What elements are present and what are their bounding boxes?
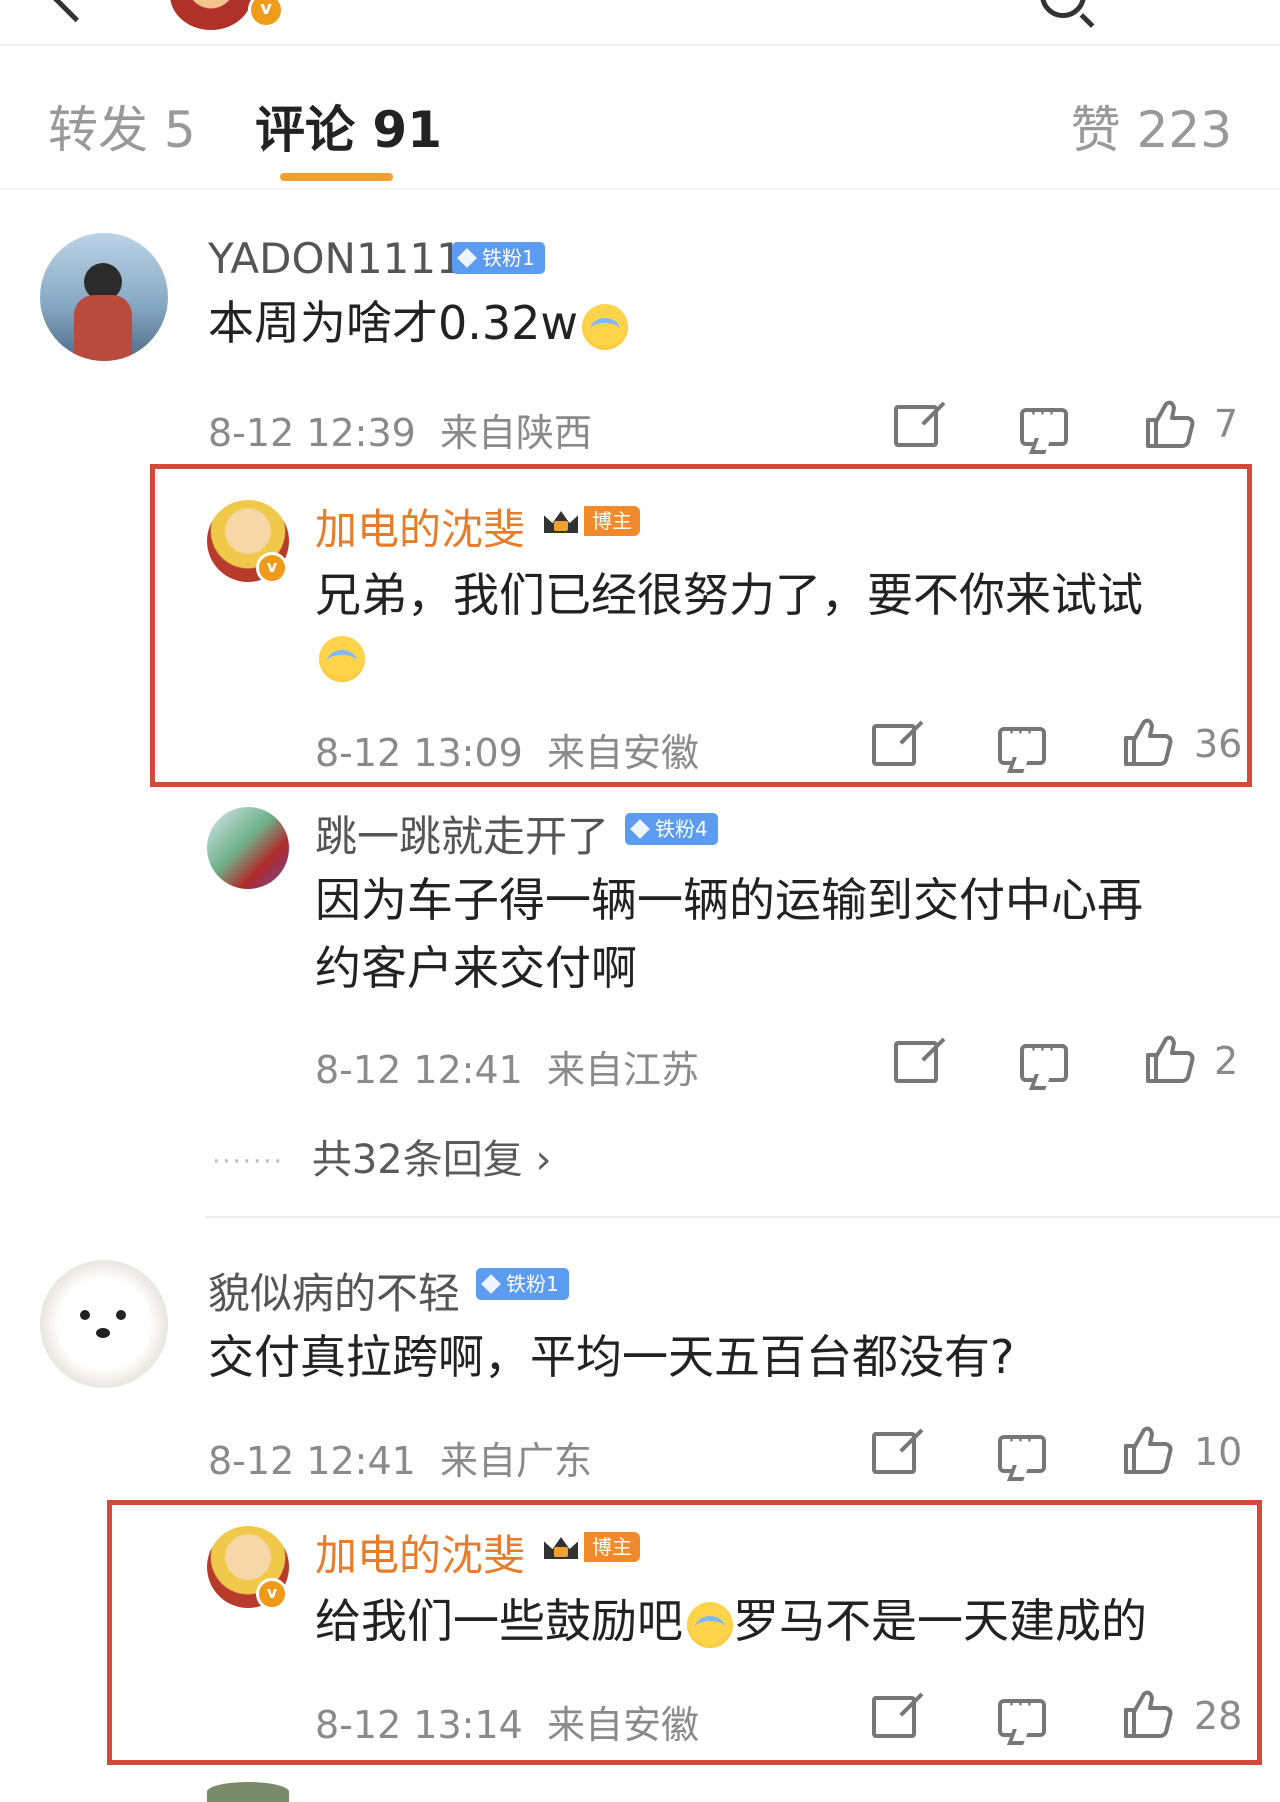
comment-meta: 8-12 12:41 来自江苏: [315, 1048, 700, 1092]
crown-icon: [540, 505, 584, 537]
author-avatar[interactable]: [170, 0, 252, 30]
fan-badge: 铁粉1: [452, 242, 545, 274]
comment-meta: 8-12 12:39 来自陕西: [208, 411, 593, 455]
verified-icon: v: [248, 0, 284, 28]
comment-text: 本周为啥才0.32w: [208, 290, 629, 356]
like-icon[interactable]: [1142, 1033, 1195, 1083]
diamond-icon: [457, 247, 477, 268]
tab-bar: 转发 5 评论 91 赞 223: [0, 48, 1280, 190]
crying-emoji-icon: [582, 303, 629, 350]
comment-text: 约客户来交付啊: [315, 941, 637, 995]
avatar[interactable]: [40, 1260, 168, 1388]
share-icon[interactable]: [894, 405, 938, 447]
laugh-cry-emoji-icon: [315, 636, 365, 682]
tab-repost[interactable]: 转发 5: [48, 90, 196, 162]
top-bar: v: [0, 0, 1280, 46]
search-icon[interactable]: [1040, 0, 1086, 18]
diamond-icon: [481, 1273, 501, 1294]
share-icon[interactable]: [894, 1041, 938, 1083]
active-tab-indicator: [280, 173, 393, 181]
laugh-cry-emoji-icon: [687, 1601, 733, 1648]
like-icon[interactable]: [1120, 1688, 1173, 1738]
username[interactable]: 加电的沈斐: [315, 1522, 525, 1583]
username[interactable]: YADON1111: [208, 234, 463, 283]
reply-icon[interactable]: [998, 1429, 1046, 1473]
avatar[interactable]: [40, 233, 168, 361]
share-icon[interactable]: [872, 1432, 916, 1474]
avatar[interactable]: [207, 807, 289, 889]
comment-text: 兄弟，我们已经很努力了，要不你来试试: [315, 568, 1143, 622]
username[interactable]: 跳一跳就走开了: [315, 803, 609, 864]
comment-text: 因为车子得一辆一辆的运输到交付中心再: [315, 873, 1143, 927]
like-icon[interactable]: [1142, 398, 1195, 448]
comment-text: 给我们一些鼓励吧 罗马不是一天建成的: [315, 1594, 1147, 1648]
reply-icon[interactable]: [1020, 1038, 1068, 1082]
like-count: 2: [1214, 1039, 1239, 1083]
reply-icon[interactable]: [998, 721, 1046, 765]
reply-icon[interactable]: [998, 1693, 1046, 1737]
dots-icon: ·······: [212, 1147, 284, 1177]
host-badge: 博主: [540, 1532, 640, 1562]
like-count: 7: [1214, 402, 1239, 446]
comment-meta: 8-12 13:09 来自安徽: [315, 731, 700, 775]
username[interactable]: 貌似病的不轻: [208, 1260, 460, 1321]
avatar[interactable]: [207, 1782, 289, 1802]
fan-badge: 铁粉1: [476, 1268, 569, 1300]
share-icon[interactable]: [872, 1696, 916, 1738]
host-badge: 博主: [540, 506, 640, 536]
like-icon[interactable]: [1120, 1424, 1173, 1474]
tab-likes[interactable]: 赞 223: [1071, 90, 1232, 162]
username[interactable]: 加电的沈斐: [315, 496, 525, 557]
share-icon[interactable]: [872, 724, 916, 766]
diamond-icon: [630, 818, 650, 839]
verified-icon: v: [256, 1578, 288, 1610]
back-icon[interactable]: [50, 0, 101, 23]
comment-meta: 8-12 12:41 来自广东: [208, 1439, 593, 1483]
verified-icon: v: [256, 552, 288, 584]
tab-comments[interactable]: 评论 91: [255, 90, 442, 162]
comment-meta: 8-12 13:14 来自安徽: [315, 1703, 700, 1747]
divider: [205, 1216, 1280, 1218]
comment-text: 交付真拉跨啊，平均一天五百台都没有?: [208, 1330, 1015, 1384]
like-count: 36: [1194, 722, 1243, 766]
fan-badge: 铁粉4: [625, 813, 718, 845]
crown-icon: [540, 1531, 584, 1563]
like-icon[interactable]: [1120, 716, 1173, 766]
like-count: 10: [1194, 1430, 1243, 1474]
reply-icon[interactable]: [1020, 402, 1068, 446]
like-count: 28: [1194, 1694, 1243, 1738]
more-replies[interactable]: ······· 共32条回复 ›: [212, 1127, 551, 1185]
